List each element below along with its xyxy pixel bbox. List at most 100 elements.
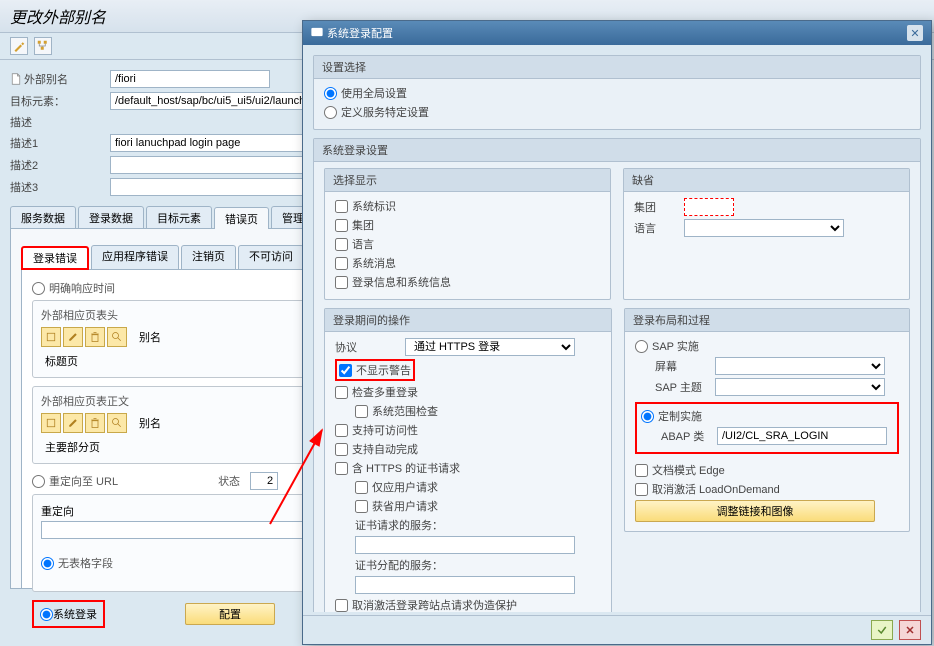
- alias-label: 外部别名: [24, 71, 110, 87]
- client-label: 集团: [352, 217, 374, 233]
- cancel-button[interactable]: [899, 620, 921, 640]
- https-cert-label: 含 HTTPS 的证书请求: [352, 460, 460, 476]
- default-language-label: 语言: [634, 220, 684, 236]
- sub-tab-logoff[interactable]: 注销页: [181, 245, 236, 269]
- adjust-links-button[interactable]: 调整链接和图像: [635, 500, 875, 522]
- sap-impl-label: SAP 实施: [652, 338, 699, 354]
- no-table-field-label: 无表格字段: [58, 555, 113, 571]
- sub-tab-logon-error[interactable]: 登录错误: [21, 246, 89, 270]
- status-label: 状态: [218, 473, 240, 489]
- wand-icon[interactable]: [10, 37, 28, 55]
- cert-service-input[interactable]: [355, 536, 575, 554]
- alias-input[interactable]: [110, 70, 270, 88]
- close-icon[interactable]: ✕: [907, 25, 923, 41]
- search-icon[interactable]: [107, 327, 127, 347]
- use-global-label: 使用全局设置: [341, 85, 407, 101]
- default-language-select[interactable]: [684, 219, 844, 237]
- sap-impl-radio[interactable]: [635, 340, 648, 353]
- no-warn-checkbox[interactable]: [339, 364, 352, 377]
- check-multi-label: 检查多重登录: [352, 384, 418, 400]
- cert-dist-input[interactable]: [355, 576, 575, 594]
- screen-label: 屏幕: [655, 358, 715, 374]
- ok-button[interactable]: [871, 620, 893, 640]
- system-msg-checkbox[interactable]: [335, 257, 348, 270]
- dialog-icon: [311, 26, 323, 41]
- alias-col-label-2: 别名: [139, 415, 161, 431]
- delete-icon-2[interactable]: [85, 413, 105, 433]
- autocomplete-label: 支持自动完成: [352, 441, 418, 457]
- client-checkbox[interactable]: [335, 219, 348, 232]
- system-logon-config-dialog: 系统登录配置 ✕ 设置选择 使用全局设置 定义服务特定设置 系统登录设置 选择显…: [302, 20, 932, 645]
- dialog-title: 系统登录配置: [327, 25, 393, 41]
- protocol-label: 协议: [335, 339, 405, 355]
- sap-theme-label: SAP 主题: [655, 379, 715, 395]
- explicit-resp-radio[interactable]: [32, 282, 45, 295]
- settings-select-title: 设置选择: [314, 56, 920, 79]
- edit-icon-2[interactable]: [63, 413, 83, 433]
- system-id-label: 系统标识: [352, 198, 396, 214]
- create-icon[interactable]: [41, 327, 61, 347]
- default-client-input[interactable]: [684, 198, 734, 216]
- doc-mode-label: 文档模式 Edge: [652, 462, 725, 478]
- check-multi-checkbox[interactable]: [335, 386, 348, 399]
- sub-tab-inaccessible[interactable]: 不可访问: [238, 245, 304, 269]
- dialog-titlebar: 系统登录配置 ✕: [303, 21, 931, 45]
- redirect-url-radio[interactable]: [32, 475, 45, 488]
- redirect-url-label: 重定向至 URL: [49, 473, 118, 489]
- screen-select[interactable]: [715, 357, 885, 375]
- no-table-field-radio[interactable]: [41, 557, 54, 570]
- cancel-load-label: 取消激活 LoadOnDemand: [652, 481, 780, 497]
- https-cert-checkbox[interactable]: [335, 462, 348, 475]
- defaults-title: 缺省: [624, 169, 909, 192]
- layout-title: 登录布局和过程: [625, 309, 909, 332]
- user-req-only-label: 仅应用户请求: [372, 479, 438, 495]
- user-req-only-checkbox[interactable]: [355, 481, 368, 494]
- custom-impl-radio[interactable]: [641, 410, 654, 423]
- system-logon-label: 系统登录: [53, 606, 97, 622]
- system-msg-label: 系统消息: [352, 255, 396, 271]
- cancel-load-checkbox[interactable]: [635, 483, 648, 496]
- dialog-footer: [303, 615, 931, 644]
- logon-settings-title: 系统登录设置: [314, 139, 920, 162]
- language-label: 语言: [352, 236, 374, 252]
- logon-info-label: 登录信息和系统信息: [352, 274, 451, 290]
- tab-logon-data[interactable]: 登录数据: [78, 206, 144, 228]
- status-input[interactable]: [250, 472, 278, 490]
- edit-icon[interactable]: [63, 327, 83, 347]
- logon-ops-title: 登录期间的操作: [325, 309, 611, 332]
- create-icon-2[interactable]: [41, 413, 61, 433]
- custom-impl-label: 定制实施: [658, 408, 702, 424]
- sub-tab-app-error[interactable]: 应用程序错误: [91, 245, 179, 269]
- no-warn-label: 不显示警告: [356, 362, 411, 378]
- sap-theme-select[interactable]: [715, 378, 885, 396]
- doc-mode-checkbox[interactable]: [635, 464, 648, 477]
- abap-class-input[interactable]: [717, 427, 887, 445]
- system-logon-radio[interactable]: [40, 608, 53, 621]
- require-req-checkbox[interactable]: [355, 500, 368, 513]
- display-select-title: 选择显示: [325, 169, 610, 192]
- accessibility-label: 支持可访问性: [352, 422, 418, 438]
- define-specific-radio[interactable]: [324, 106, 337, 119]
- logon-settings-group: 系统登录设置 选择显示 系统标识 集团 语言 系统消息 登录信息和系统信息: [313, 138, 921, 612]
- protocol-select[interactable]: 通过 HTTPS 登录: [405, 338, 575, 356]
- cancel-cross-site-checkbox[interactable]: [335, 599, 348, 612]
- cancel-cross-site-label: 取消激活登录跨站点请求伪造保护: [352, 597, 517, 612]
- autocomplete-checkbox[interactable]: [335, 443, 348, 456]
- use-global-radio[interactable]: [324, 87, 337, 100]
- delete-icon[interactable]: [85, 327, 105, 347]
- tab-target-element[interactable]: 目标元素: [146, 206, 212, 228]
- language-checkbox[interactable]: [335, 238, 348, 251]
- settings-select-group: 设置选择 使用全局设置 定义服务特定设置: [313, 55, 921, 130]
- config-button[interactable]: 配置: [185, 603, 275, 625]
- logon-info-checkbox[interactable]: [335, 276, 348, 289]
- tab-error-page[interactable]: 错误页: [214, 207, 269, 229]
- desc2-label: 描述2: [10, 157, 110, 173]
- desc1-label: 描述1: [10, 135, 110, 151]
- tree-icon[interactable]: [34, 37, 52, 55]
- system-id-checkbox[interactable]: [335, 200, 348, 213]
- tab-service-data[interactable]: 服务数据: [10, 206, 76, 228]
- system-scope-checkbox[interactable]: [355, 405, 368, 418]
- search-icon-2[interactable]: [107, 413, 127, 433]
- doc-icon: [10, 73, 24, 85]
- accessibility-checkbox[interactable]: [335, 424, 348, 437]
